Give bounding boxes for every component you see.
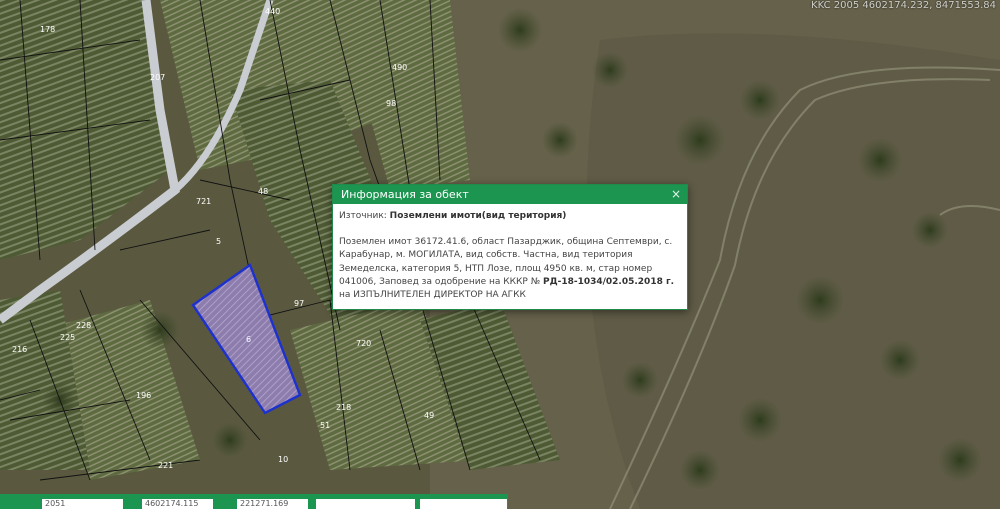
parcel-number: 225 — [60, 333, 75, 342]
parcel-number: 10 — [278, 455, 288, 464]
parcel-number: 216 — [12, 345, 27, 354]
parcel-number: 196 — [136, 391, 151, 400]
x-coordinate-field[interactable]: 4602174.115 — [142, 499, 213, 509]
parcel-number: 218 — [336, 403, 351, 412]
source-value: Поземлени имоти(вид територия) — [389, 211, 567, 221]
parcel-number: 97 — [294, 299, 304, 308]
parcel-number: 6 — [246, 335, 251, 344]
y-coordinate-field[interactable]: 221271.169 — [237, 499, 308, 509]
parcel-number: 48 — [258, 187, 268, 196]
coordinate-readout: KKC 2005 4602174.232, 8471553.84 — [811, 0, 996, 11]
parcel-number: 228 — [76, 321, 91, 330]
parcel-number: 207 — [150, 73, 165, 82]
popup-header: Информация за обект × — [333, 185, 687, 204]
parcel-number: 98 — [386, 99, 396, 108]
parcel-number: 720 — [356, 339, 371, 348]
feature-info-popup: Информация за обект × Източник: Поземлен… — [332, 184, 688, 310]
parcel-number: 49 — [424, 411, 434, 420]
parcel-number: 178 — [40, 25, 55, 34]
parcel-number: 221 — [158, 461, 173, 470]
order-number: РД-18-1034/02.05.2018 г. — [542, 276, 675, 287]
popup-source: Източник: Поземлени имоти(вид територия) — [339, 210, 680, 223]
scale-field[interactable]: 2051 — [42, 499, 123, 509]
parcel-number: 721 — [196, 197, 211, 206]
status-field[interactable] — [316, 499, 415, 509]
parcel-number: 440 — [265, 7, 280, 16]
popup-body: Източник: Поземлени имоти(вид територия)… — [333, 204, 687, 302]
status-bar: 2051 4602174.115 221271.169 — [0, 494, 508, 509]
source-label: Източник: — [339, 211, 387, 221]
parcel-number: 490 — [392, 63, 407, 72]
status-field-right[interactable] — [420, 499, 507, 509]
popup-description: Поземлен имот 36172.41.6, област Пазардж… — [339, 236, 680, 302]
parcel-number: 5 — [216, 237, 221, 246]
popup-title: Информация за обект — [341, 188, 469, 201]
parcel-number: 51 — [320, 421, 330, 430]
description-end: на ИЗПЪЛНИТЕЛЕН ДИРЕКТОР НА АГКК — [339, 290, 526, 301]
close-icon[interactable]: × — [671, 185, 681, 204]
